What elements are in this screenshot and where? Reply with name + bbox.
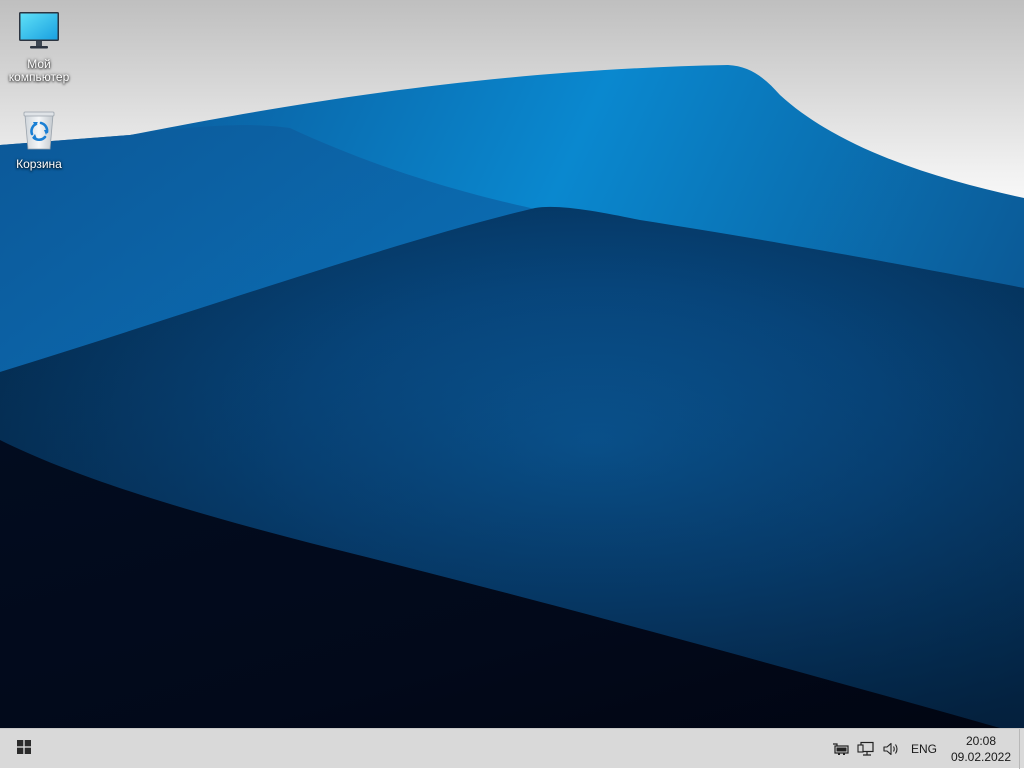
recycle-bin-icon bbox=[0, 109, 78, 154]
wallpaper bbox=[0, 65, 1024, 728]
desktop-icon-label: Мой компьютер bbox=[8, 57, 70, 84]
start-button[interactable] bbox=[8, 733, 40, 765]
language-indicator[interactable]: ENG bbox=[911, 742, 937, 756]
clock-date: 09.02.2022 bbox=[950, 750, 1012, 764]
taskbar: ENG 20:08 09.02.2022 bbox=[0, 728, 1024, 769]
clock-time: 20:08 bbox=[965, 734, 997, 748]
desktop-icon-label: Корзина bbox=[16, 157, 62, 171]
system-tray: ENG 20:08 09.02.2022 bbox=[830, 729, 1024, 769]
volume-icon[interactable] bbox=[880, 738, 902, 760]
device-icon[interactable] bbox=[830, 738, 852, 760]
desktop-icon-my-computer[interactable]: Мой компьютер bbox=[0, 11, 78, 84]
windows-logo-icon bbox=[16, 739, 32, 760]
desktop-icon-recycle-bin[interactable]: Корзина bbox=[0, 109, 78, 171]
desktop[interactable]: Мой компьютер Корзина bbox=[0, 0, 1024, 728]
computer-icon bbox=[0, 11, 78, 54]
show-desktop-button[interactable] bbox=[1019, 729, 1024, 769]
clock[interactable]: 20:08 09.02.2022 bbox=[949, 729, 1013, 769]
network-icon[interactable] bbox=[855, 738, 877, 760]
